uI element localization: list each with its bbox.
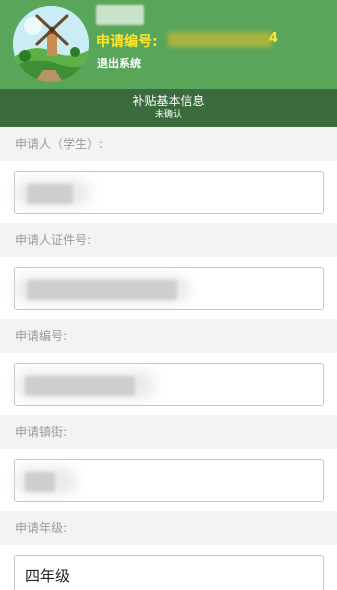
field-body: [0, 449, 337, 511]
applicant-name-input[interactable]: [14, 171, 324, 214]
app-page: 申请编号: 4 退出系统 补贴基本信息 未确认 申请人（学生）: 申请人证件号:: [0, 0, 337, 590]
redaction: [25, 472, 55, 492]
field-applicant-name: 申请人（学生）:: [0, 127, 337, 223]
header: 申请编号: 4 退出系统: [0, 0, 337, 89]
field-applicant-id: 申请人证件号:: [0, 223, 337, 319]
application-grade-input[interactable]: 四年级: [14, 555, 324, 590]
applicant-id-input[interactable]: [14, 267, 324, 310]
application-number-label: 申请编号:: [96, 34, 158, 50]
field-label: 申请镇街:: [0, 415, 337, 449]
field-application-grade: 申请年级: 四年级: [0, 511, 337, 590]
field-label: 申请编号:: [0, 319, 337, 353]
section-status: 未确认: [154, 110, 182, 120]
field-body: [0, 257, 337, 319]
application-number-input[interactable]: [14, 363, 324, 406]
field-application-number: 申请编号:: [0, 319, 337, 415]
field-body: [0, 161, 337, 223]
user-name-redacted: [96, 5, 144, 25]
field-label: 申请人（学生）:: [0, 127, 337, 161]
application-town-input[interactable]: [14, 459, 324, 502]
field-body: 四年级: [0, 545, 337, 590]
field-body: [0, 353, 337, 415]
section-header: 补贴基本信息 未确认: [0, 89, 337, 127]
avatar: [13, 6, 89, 82]
subsidy-form: 申请人（学生）: 申请人证件号: 申请编号: 申请镇街: 申请年级: 四年级: [0, 127, 337, 590]
application-number-redacted: [168, 32, 272, 47]
redaction: [25, 376, 135, 396]
logout-link[interactable]: 退出系统: [97, 55, 141, 71]
section-title: 补贴基本信息: [132, 94, 205, 108]
application-number-tail: 4: [269, 31, 279, 46]
redaction: [27, 280, 177, 300]
field-label: 申请年级:: [0, 511, 337, 545]
field-application-town: 申请镇街:: [0, 415, 337, 511]
field-label: 申请人证件号:: [0, 223, 337, 257]
redaction: [27, 184, 73, 204]
application-grade-value: 四年级: [25, 567, 71, 585]
